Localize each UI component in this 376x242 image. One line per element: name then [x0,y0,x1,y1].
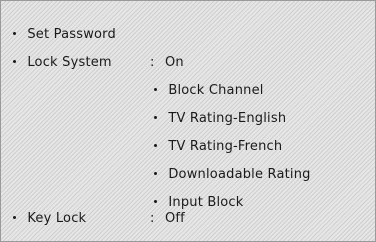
key-lock-value[interactable]: : Off [150,207,185,231]
bullet-icon [154,116,157,119]
submenu-item-tv-rating-english[interactable]: TV Rating-English [154,107,286,131]
lock-menu-screen: Set Password Lock System : On Block Chan… [0,0,376,242]
submenu-item-tv-rating-french[interactable]: TV Rating-French [154,135,282,159]
bullet-icon [13,60,16,63]
menu-item-lock-system[interactable]: Lock System [13,51,112,75]
lock-system-value[interactable]: : On [150,51,184,75]
menu-item-label: Key Lock [27,211,87,226]
submenu-item-label: TV Rating-English [168,111,287,126]
submenu-item-label: Downloadable Rating [168,167,311,182]
submenu-item-label: TV Rating-French [168,139,283,154]
menu-item-label: Set Password [27,27,116,42]
value-separator: : [150,55,155,70]
lock-system-status: On [164,55,184,70]
key-lock-status: Off [164,211,185,226]
menu-item-key-lock[interactable]: Key Lock [13,207,86,231]
menu-item-label: Lock System [27,55,112,70]
bullet-icon [13,216,16,219]
value-separator: : [150,211,155,226]
bullet-icon [154,200,157,203]
menu-item-set-password[interactable]: Set Password [13,23,116,47]
bullet-icon [154,144,157,147]
submenu-item-label: Block Channel [168,83,264,98]
submenu-item-block-channel[interactable]: Block Channel [154,79,264,103]
submenu-item-downloadable-rating[interactable]: Downloadable Rating [154,163,311,187]
bullet-icon [13,32,16,35]
bullet-icon [154,88,157,91]
bullet-icon [154,172,157,175]
